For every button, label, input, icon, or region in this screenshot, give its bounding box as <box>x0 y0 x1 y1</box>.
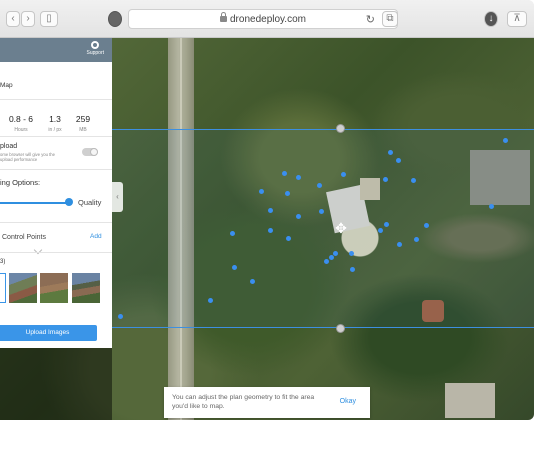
photo-point <box>296 175 301 180</box>
photo-point <box>378 228 383 233</box>
plan-handle-top[interactable] <box>336 124 345 133</box>
map-name: Map <box>0 82 13 89</box>
image-thumbnail[interactable] <box>72 273 100 303</box>
reload-icon[interactable]: ↻ <box>366 13 375 26</box>
quality-label: Quality <box>78 198 102 207</box>
photo-point <box>230 231 235 236</box>
photo-point <box>397 242 402 247</box>
photo-point <box>329 255 334 260</box>
upload-toggle[interactable] <box>82 148 98 156</box>
move-icon[interactable]: ✥ <box>334 221 348 235</box>
tab-overview-button[interactable]: ⊼ <box>507 11 527 27</box>
photo-point <box>285 191 290 196</box>
photo-point <box>250 279 255 284</box>
photo-point <box>268 208 273 213</box>
downloads-button[interactable]: ↓ <box>484 11 498 27</box>
address-bar[interactable]: dronedeploy.com ↻ <box>128 9 398 29</box>
divider <box>0 169 112 170</box>
lifebuoy-icon <box>91 41 100 49</box>
lock-icon <box>220 12 227 22</box>
quality-slider[interactable] <box>0 202 68 204</box>
image-thumbnail[interactable] <box>0 273 6 303</box>
photo-point <box>259 189 264 194</box>
stat-size: 259 MB <box>75 114 91 133</box>
stat-hours: 0.8 - 6 Hours <box>8 114 34 133</box>
photo-point <box>388 150 393 155</box>
photo-point <box>319 209 324 214</box>
photo-point <box>296 214 301 219</box>
gcp-title: Control Points <box>2 234 46 241</box>
hint-toast: You can adjust the plan geometry to fit … <box>164 387 370 418</box>
collapse-panel-button[interactable]: ‹ <box>112 182 123 212</box>
browser-window: ‹ › ▯ dronedeploy.com ↻ ⧉ ↓ ⊼ ✥ ‹ Suppor… <box>0 0 534 420</box>
panel-header: Support <box>0 38 112 62</box>
image-thumbnail[interactable] <box>9 273 37 303</box>
extension-icon[interactable] <box>108 11 122 27</box>
photo-point <box>489 204 494 209</box>
photo-point <box>424 223 429 228</box>
photo-point <box>384 222 389 227</box>
photo-point <box>411 178 416 183</box>
photo-point <box>383 177 388 182</box>
address-text: dronedeploy.com <box>129 12 397 25</box>
divider <box>0 222 112 223</box>
photo-point <box>333 251 338 256</box>
photo-point <box>232 265 237 270</box>
photo-point <box>286 236 291 241</box>
photo-point <box>341 172 346 177</box>
quality-slider-handle[interactable] <box>65 198 73 206</box>
browser-toolbar: ‹ › ▯ dronedeploy.com ↻ ⧉ ↓ ⊼ <box>0 0 534 38</box>
photo-point <box>349 251 354 256</box>
photo-point <box>324 259 329 264</box>
plan-handle-bottom[interactable] <box>336 324 345 333</box>
plan-panel: Support Map 0.8 - 6 Hours 1.3 in / px 25… <box>0 38 112 348</box>
photo-point <box>503 138 508 143</box>
photo-point <box>396 158 401 163</box>
house-roof <box>445 383 495 418</box>
image-thumbnail[interactable] <box>40 273 68 303</box>
support-button[interactable]: Support <box>86 41 104 56</box>
gcp-add-link[interactable]: Add <box>90 233 102 240</box>
photo-point <box>317 183 322 188</box>
toast-message: You can adjust the plan geometry to fit … <box>172 394 315 410</box>
photo-point <box>268 228 273 233</box>
sidebar-toggle-button[interactable]: ▯ <box>40 11 58 27</box>
divider <box>0 99 112 100</box>
processing-options-title: ing Options: <box>0 178 41 187</box>
photo-point <box>208 298 213 303</box>
divider <box>0 136 112 137</box>
photo-point <box>350 267 355 272</box>
upload-setting-title: pload <box>0 143 18 150</box>
toast-okay-button[interactable]: Okay <box>340 398 356 405</box>
photo-point <box>118 314 123 319</box>
upload-images-button[interactable]: Upload Images <box>0 325 97 341</box>
photo-point <box>282 171 287 176</box>
stat-resolution: 1.3 in / px <box>48 114 62 133</box>
share-button[interactable]: ⧉ <box>382 11 398 27</box>
forward-button[interactable]: › <box>21 11 35 27</box>
image-count: 3) <box>0 259 6 265</box>
upload-setting-description: ome browser will give you the upload per… <box>0 152 55 162</box>
divider <box>0 252 112 253</box>
toggle-knob <box>90 148 98 156</box>
back-button[interactable]: ‹ <box>6 11 20 27</box>
photo-point <box>414 237 419 242</box>
